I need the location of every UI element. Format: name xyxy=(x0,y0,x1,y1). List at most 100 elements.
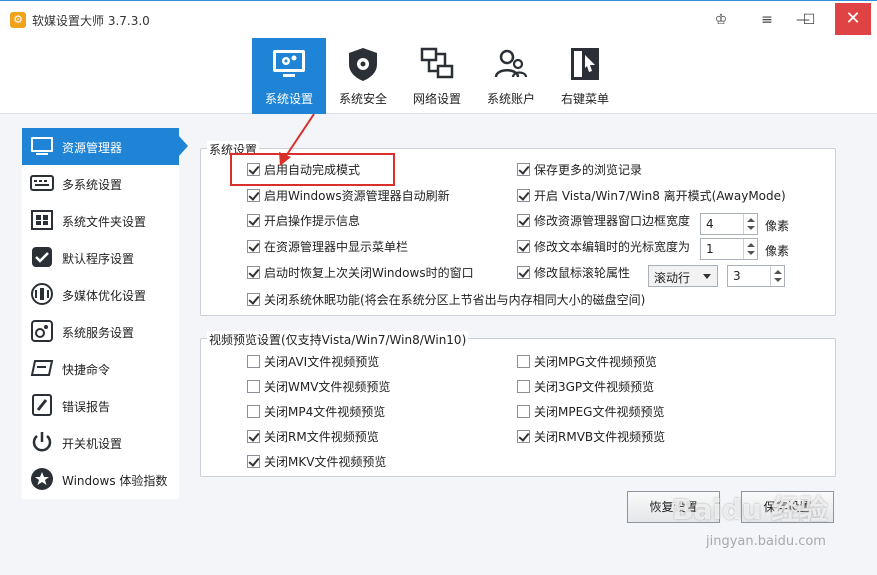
stepper-value: 1 xyxy=(706,242,714,256)
stepper-arrows[interactable] xyxy=(743,214,757,234)
checkbox-box[interactable] xyxy=(517,380,530,393)
checkbox-box[interactable] xyxy=(517,430,530,443)
sidebar: 资源管理器 多系统设置 系统文件夹设置 默认程序设置 多媒体优化设置 系统服务设… xyxy=(22,128,188,499)
checkbox-label: 开启操作提示信息 xyxy=(264,214,361,228)
checkbox-label: 关闭MPEG文件视频预览 xyxy=(534,405,665,419)
monitor-gear-icon xyxy=(273,50,305,77)
annotation-highlight-box xyxy=(230,153,395,186)
checkbox-label: 关闭WMV文件视频预览 xyxy=(264,380,391,394)
checkbox-box[interactable] xyxy=(517,266,530,279)
checkbox-box[interactable] xyxy=(247,189,260,202)
sidebar-item-multi-system[interactable]: 多系统设置 xyxy=(22,165,179,202)
checkbox-box[interactable] xyxy=(247,214,260,227)
checkbox-label: 关闭AVI文件视频预览 xyxy=(264,355,380,369)
close-button[interactable]: ✕ xyxy=(835,3,871,35)
tab-context-menu[interactable]: 右键菜单 xyxy=(548,38,622,114)
checkbox-box[interactable] xyxy=(247,355,260,368)
checkbox-box[interactable] xyxy=(247,293,260,306)
sidebar-item-label: 系统服务设置 xyxy=(62,326,135,340)
context-menu-cursor-icon xyxy=(571,48,599,80)
stepper-value: 4 xyxy=(706,217,714,231)
checkbox-label: 开启 Vista/Win7/Win8 离开模式(AwayMode) xyxy=(534,189,786,203)
checkbox-label: 关闭MPG文件视频预览 xyxy=(534,355,657,369)
monitor-icon xyxy=(31,137,53,155)
checkbox-label: 启动时恢复上次关闭Windows时的窗口 xyxy=(264,266,474,280)
checkbox-label: 启用Windows资源管理器自动刷新 xyxy=(264,189,450,203)
sidebar-item-explorer[interactable]: 资源管理器 xyxy=(22,128,188,165)
stepper-arrows[interactable] xyxy=(770,266,784,286)
tab-system-accounts[interactable]: 系统账户 xyxy=(474,38,548,114)
border-width-stepper[interactable]: 4 xyxy=(700,213,758,235)
checkbox-box[interactable] xyxy=(247,240,260,253)
sidebar-item-system-folders[interactable]: 系统文件夹设置 xyxy=(22,202,179,239)
checkbox-box[interactable] xyxy=(517,189,530,202)
app-logo-icon: ⚙ xyxy=(10,12,26,28)
window-title: 软媒设置大师 3.7.3.0 xyxy=(32,14,150,28)
checkbox-label: 在资源管理器中显示菜单栏 xyxy=(264,240,409,254)
sidebar-item-multimedia[interactable]: 多媒体优化设置 xyxy=(22,276,179,313)
stepper-down-icon[interactable] xyxy=(774,278,782,282)
tab-system-security[interactable]: 系统安全 xyxy=(326,38,400,114)
tab-network-settings[interactable]: 网络设置 xyxy=(400,38,474,114)
tab-system-settings[interactable]: 系统设置 xyxy=(252,38,326,114)
menu-button[interactable]: ≡ xyxy=(752,7,782,33)
sidebar-item-label: 错误报告 xyxy=(62,400,111,414)
cursor-width-unit: 像素 xyxy=(765,244,790,258)
checkbox-label: 修改文本编辑时的光标宽度为 xyxy=(534,240,691,254)
checkbox-label: 修改资源管理器窗口边框宽度 xyxy=(534,214,691,228)
active-pointer-arrow xyxy=(179,136,188,156)
sidebar-item-error-report[interactable]: 错误报告 xyxy=(22,387,179,424)
checkbox-box[interactable] xyxy=(247,455,260,468)
tab-label: 系统账户 xyxy=(486,92,535,106)
checkbox-box[interactable] xyxy=(517,240,530,253)
wheel-mode-select[interactable]: 滚动行 xyxy=(648,265,718,287)
main-toolbar: 系统设置 系统安全 网络设置 系统账户 右键菜单 xyxy=(0,38,877,114)
checkbox-box[interactable] xyxy=(517,355,530,368)
stepper-up-icon[interactable] xyxy=(747,218,755,222)
sidebar-item-label: 多系统设置 xyxy=(62,178,123,192)
checkbox-label: 关闭RMVB文件视频预览 xyxy=(534,430,666,444)
sidebar-item-label: 多媒体优化设置 xyxy=(62,289,147,303)
sidebar-item-services[interactable]: 系统服务设置 xyxy=(22,313,179,350)
cursor-width-stepper[interactable]: 1 xyxy=(700,238,758,260)
users-icon xyxy=(494,49,528,78)
sidebar-item-label: 系统文件夹设置 xyxy=(62,215,147,229)
checkbox-box[interactable] xyxy=(247,405,260,418)
sidebar-item-label: 快捷命令 xyxy=(62,363,111,377)
checkbox-label: 关闭RM文件视频预览 xyxy=(264,430,379,444)
checkbox-box[interactable] xyxy=(247,266,260,279)
tab-label: 网络设置 xyxy=(412,92,461,106)
keyboard-icon xyxy=(30,175,54,191)
wheel-lines-stepper[interactable]: 3 xyxy=(727,265,785,287)
checkbox-label: 关闭MP4文件视频预览 xyxy=(264,405,386,419)
checkbox-label: 修改鼠标滚轮属性 xyxy=(534,266,631,280)
stepper-up-icon[interactable] xyxy=(747,243,755,247)
maximize-button[interactable]: ☐ xyxy=(794,7,824,33)
speaker-wave-icon xyxy=(31,283,53,305)
tab-label: 右键菜单 xyxy=(560,92,609,106)
chevron-down-icon xyxy=(703,274,711,279)
windows-folder-icon xyxy=(31,210,53,230)
sidebar-item-experience-index[interactable]: Windows 体验指数 xyxy=(22,461,179,498)
sidebar-item-default-programs[interactable]: 默认程序设置 xyxy=(22,239,179,276)
skin-button[interactable]: ♔ xyxy=(706,7,736,33)
sidebar-item-shortcuts[interactable]: 快捷命令 xyxy=(22,350,179,387)
stepper-arrows[interactable] xyxy=(743,239,757,259)
checkbox-box[interactable] xyxy=(517,163,530,176)
stepper-down-icon[interactable] xyxy=(747,226,755,230)
power-icon xyxy=(32,432,52,452)
watermark-brand: Baidu 经验 xyxy=(672,493,828,526)
sidebar-item-power[interactable]: 开关机设置 xyxy=(22,424,179,461)
stepper-down-icon[interactable] xyxy=(747,251,755,255)
checkbox-label: 关闭系统休眠功能(将会在系统分区上节省出与内存相同大小的磁盘空间) xyxy=(264,293,646,307)
watermark-url: jingyan.baidu.com xyxy=(706,534,826,549)
checkbox-box[interactable] xyxy=(517,405,530,418)
network-computers-icon xyxy=(420,47,454,79)
sidebar-item-label: 开关机设置 xyxy=(62,437,123,451)
checkbox-box[interactable] xyxy=(247,430,260,443)
checkbox-box[interactable] xyxy=(247,380,260,393)
star-badge-icon xyxy=(31,468,53,490)
checkbox-label: 关闭3GP文件视频预览 xyxy=(534,380,655,394)
stepper-up-icon[interactable] xyxy=(774,270,782,274)
checkbox-box[interactable] xyxy=(517,214,530,227)
